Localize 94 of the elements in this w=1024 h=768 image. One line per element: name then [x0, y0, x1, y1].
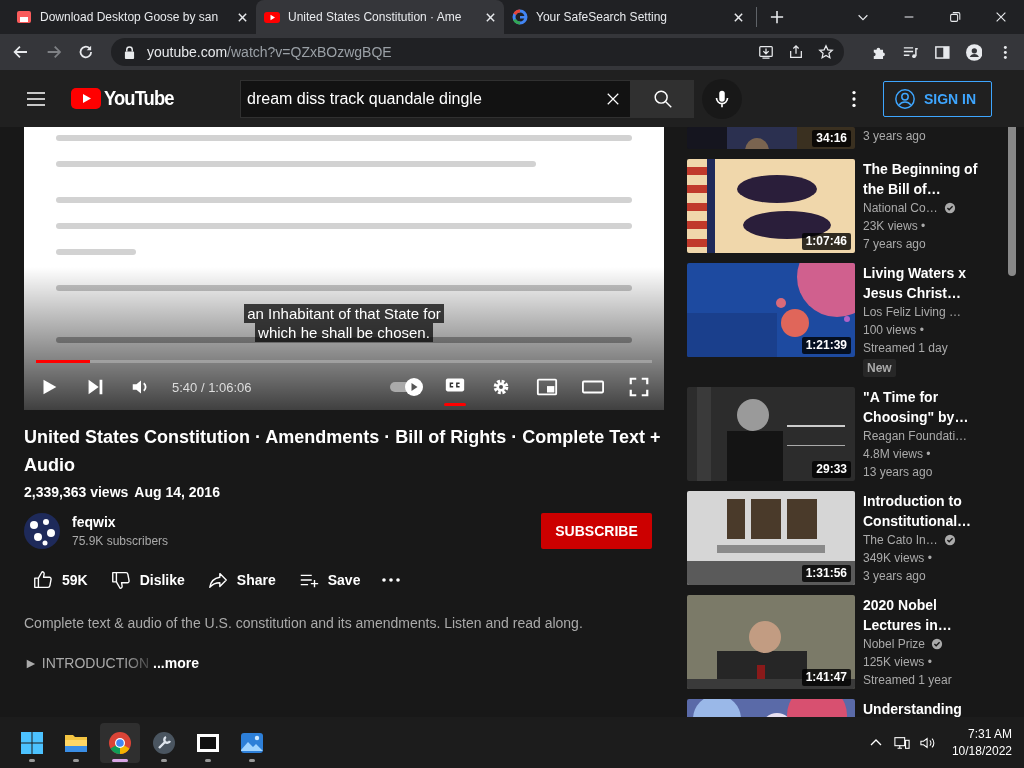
close-icon[interactable] — [485, 11, 496, 23]
view-count: 2,339,363 views — [24, 483, 129, 502]
subscribe-button[interactable]: SUBSCRIBE — [541, 513, 652, 549]
channel-name[interactable]: The Cato In… — [863, 531, 938, 549]
play-logo-icon[interactable] — [71, 88, 101, 109]
video-title[interactable]: "A Time for Choosing" by… — [863, 387, 981, 427]
browser-tab[interactable]: Download Desktop Goose by san — [8, 0, 256, 34]
duration-badge: 1:41:47 — [801, 669, 851, 686]
tab-title: United States Constitution · Ame — [288, 10, 463, 24]
video-title[interactable]: Introduction to Constitutional… — [863, 491, 981, 531]
dislike-button[interactable]: Dislike — [103, 562, 191, 598]
close-icon[interactable] — [237, 11, 248, 23]
show-more-link[interactable]: ...more — [153, 653, 199, 673]
g-logo-icon — [512, 9, 528, 25]
storefront-icon — [16, 9, 32, 25]
search-field[interactable]: dream diss track quandale dingle — [240, 79, 631, 118]
tab-title: Your SafeSearch Setting — [536, 10, 668, 24]
photo-icon — [240, 730, 264, 755]
channel-avatar[interactable] — [24, 513, 60, 549]
taskbar-app[interactable] — [100, 722, 140, 763]
scrollbar-thumb[interactable] — [1008, 127, 1016, 276]
duration-badge: 34:16 — [812, 130, 851, 147]
restore-icon[interactable] — [948, 10, 962, 24]
caption-text: an Inhabitant of that State for which he shall be chosen. — [24, 304, 664, 342]
view-count: 4.8M views • — [863, 446, 931, 463]
view-count: 349K views • — [863, 550, 932, 567]
video-title[interactable]: Understanding — [863, 699, 962, 717]
fullscreen-icon[interactable] — [628, 376, 650, 398]
voice-search-button[interactable] — [702, 78, 742, 119]
view-count: 125K views • — [863, 654, 932, 671]
browser-tab[interactable]: United States Constitution · Ame — [256, 0, 504, 34]
miniplayer-icon[interactable] — [536, 376, 558, 398]
view-count: 100 views • — [863, 322, 924, 339]
sign-in-button[interactable]: SIGN IN — [883, 80, 992, 117]
new-badge: New — [863, 359, 896, 377]
upload-age: Streamed 1 day — [863, 340, 948, 357]
subscriber-count: 75.9K subscribers — [72, 533, 169, 550]
video-title[interactable]: The Beginning of the Bill of… — [863, 159, 981, 199]
upload-age: 7 years ago — [863, 236, 926, 253]
back-icon[interactable] — [12, 43, 30, 61]
chapter-link[interactable]: ► INTRODUCTION — [24, 653, 150, 673]
lock-icon — [123, 45, 135, 59]
autoplay-toggle[interactable] — [388, 377, 424, 397]
channel-name[interactable]: Nobel Prize — [863, 635, 926, 653]
share-icon[interactable] — [787, 44, 804, 60]
new-tab-icon[interactable] — [770, 10, 784, 24]
channel-name[interactable]: Reagan Foundati… — [863, 427, 968, 445]
volume-icon[interactable] — [919, 734, 936, 751]
windows-icon — [20, 730, 44, 755]
video-description: Complete text & audio of the U.S. constitution and its amendments. Listen and read along. — [24, 614, 584, 633]
upload-age: 13 years ago — [863, 464, 933, 481]
browser-icon — [108, 730, 132, 755]
clock-time[interactable]: 7:31 AM — [967, 725, 1012, 743]
video-title: United States Constitution · Amendments · Bill of Rights · Complete Text + Audio — [24, 426, 662, 477]
close-icon[interactable] — [994, 10, 1008, 24]
url-text: youtube.com/watch?v=QZxBOzwgBQE — [146, 44, 392, 60]
upload-date: Aug 14, 2016 — [134, 483, 220, 502]
upload-age: 3 years ago — [863, 128, 926, 145]
tab-title: Download Desktop Goose by san — [40, 10, 220, 24]
user-icon — [894, 87, 916, 110]
duration-badge: 1:31:56 — [801, 565, 851, 582]
upload-age: 3 years ago — [863, 568, 926, 585]
side-panel-icon[interactable] — [934, 43, 951, 61]
logo-text[interactable]: YouTube — [104, 87, 174, 110]
channel-name[interactable]: feqwix — [72, 512, 169, 532]
video-title[interactable]: Living Waters x Jesus Christ… — [863, 263, 981, 303]
thumbs-up-icon — [32, 569, 54, 591]
address-field[interactable]: youtube.com/watch?v=QZxBOzwgBQE — [110, 38, 844, 66]
network-icon[interactable] — [893, 734, 910, 751]
close-icon[interactable] — [733, 11, 744, 23]
video-title[interactable]: 2020 Nobel Lectures in… — [863, 595, 981, 635]
browser-tab[interactable]: Your SafeSearch Setting — [504, 0, 752, 34]
search-button[interactable] — [631, 79, 694, 118]
star-icon[interactable] — [817, 44, 834, 60]
upload-age: Streamed 1 year — [863, 672, 952, 689]
profile-icon[interactable] — [965, 43, 983, 61]
channel-name[interactable]: National Co… — [863, 199, 938, 217]
thumbs-down-icon — [109, 569, 132, 591]
wrench-icon — [152, 730, 176, 755]
save-button[interactable]: Save — [291, 562, 367, 598]
channel-name[interactable]: Los Feliz Living … — [863, 303, 962, 321]
duration-badge: 1:07:46 — [801, 233, 851, 250]
play-logo-icon — [264, 9, 280, 25]
duration-badge: 29:33 — [812, 461, 851, 478]
clear-icon[interactable] — [606, 91, 620, 106]
view-count: 23K views • — [863, 218, 926, 235]
more-icon — [382, 578, 401, 582]
clock-date[interactable]: 10/18/2022 — [951, 742, 1012, 760]
share-button[interactable]: Share — [200, 562, 282, 598]
time-display: 5:40 / 1:06:06 — [172, 379, 252, 395]
like-button[interactable]: 59K — [26, 562, 94, 598]
install-icon[interactable] — [757, 44, 774, 60]
reload-icon[interactable] — [77, 43, 95, 61]
duration-badge: 1:21:39 — [801, 337, 851, 354]
